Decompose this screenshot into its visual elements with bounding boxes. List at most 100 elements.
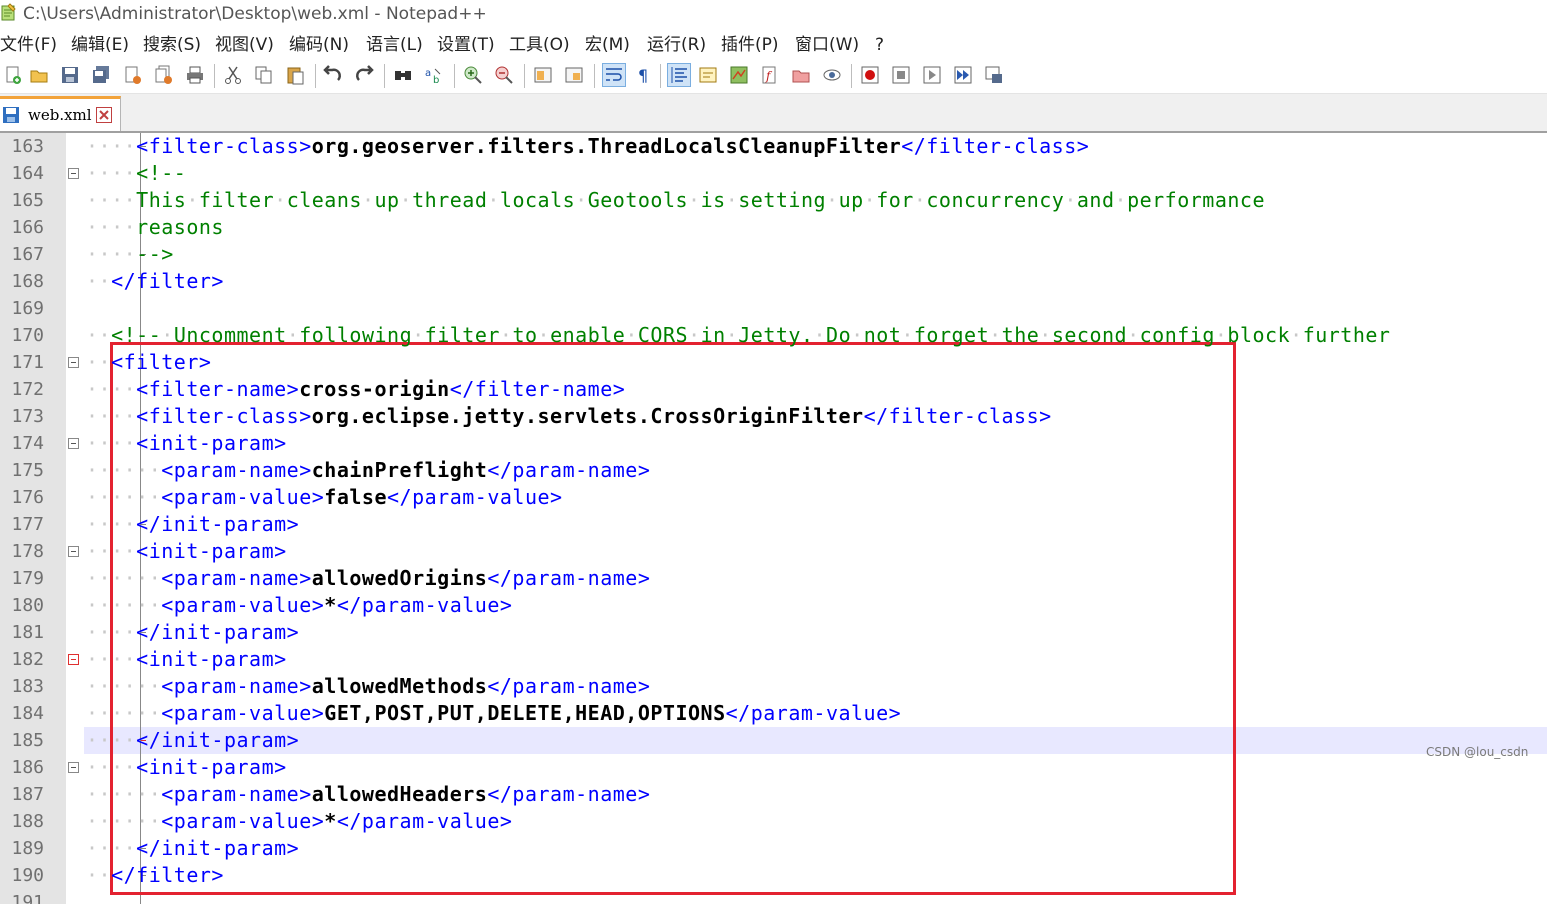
code-line[interactable]: ····<filter-name>cross-origin</filter-na…	[86, 376, 625, 403]
menu-view[interactable]: 视图(V)	[215, 34, 274, 56]
paste-icon[interactable]	[284, 64, 306, 86]
code-line[interactable]: ······<param-value>*</param-value>	[86, 808, 512, 835]
xml-tag: <param-name>	[161, 782, 312, 806]
function-list-icon[interactable]: f	[759, 64, 781, 86]
line-number: 182	[11, 649, 44, 670]
code-line[interactable]: ····This·filter·cleans·up·thread·locals·…	[86, 187, 1265, 214]
fold-toggle-icon[interactable]	[68, 762, 79, 773]
fold-toggle-icon[interactable]	[68, 168, 79, 179]
whitespace-dots: ······	[86, 674, 162, 698]
code-line[interactable]: ····</init-param>	[86, 835, 299, 862]
zoom-in-icon[interactable]	[462, 64, 484, 86]
copy-icon[interactable]	[253, 64, 275, 86]
code-line[interactable]: ····<filter-class>org.geoserver.filters.…	[86, 133, 1089, 160]
code-line[interactable]: ······<param-value>GET,POST,PUT,DELETE,H…	[86, 700, 901, 727]
code-line[interactable]: ····</init-param>	[86, 619, 299, 646]
menu-run[interactable]: 运行(R)	[647, 34, 706, 56]
new-file-icon[interactable]	[2, 64, 24, 86]
code-line[interactable]: ······<param-value>*</param-value>	[86, 592, 512, 619]
code-line[interactable]: ····<init-param>	[86, 754, 287, 781]
code-line[interactable]: ··<filter>	[86, 349, 211, 376]
menu-tools[interactable]: 工具(O)	[509, 34, 570, 56]
line-number: 179	[11, 568, 44, 589]
tab-web-xml[interactable]: web.xml	[0, 96, 121, 131]
play-macro-icon[interactable]	[921, 64, 943, 86]
menu-help[interactable]: ?	[875, 34, 884, 56]
undo-icon[interactable]	[322, 64, 344, 86]
whitespace-dots: ····	[86, 620, 137, 644]
code-line[interactable]: ····</init-param>	[86, 511, 299, 538]
sync-vertical-icon[interactable]	[532, 64, 554, 86]
xml-tag: </filter-class>	[901, 134, 1090, 158]
doc-map-icon[interactable]	[728, 64, 750, 86]
menu-macro[interactable]: 宏(M)	[585, 34, 630, 56]
code-line[interactable]: ····<!--	[86, 160, 186, 187]
code-line[interactable]: ··</filter>	[86, 862, 224, 889]
zoom-out-icon[interactable]	[493, 64, 515, 86]
code-line[interactable]: ······<param-name>allowedMethods</param-…	[86, 673, 650, 700]
run-macro-multiple-icon[interactable]	[952, 64, 974, 86]
print-icon[interactable]	[184, 64, 206, 86]
code-line[interactable]: ······<param-name>chainPreflight</param-…	[86, 457, 650, 484]
save-all-icon[interactable]	[90, 64, 112, 86]
line-number: 176	[11, 487, 44, 508]
notepad-plus-plus-icon	[1, 3, 16, 21]
whitespace-dots: ····	[86, 512, 137, 536]
save-icon[interactable]	[59, 64, 81, 86]
redo-icon[interactable]	[353, 64, 375, 86]
code-line[interactable]: ····</init-param>	[86, 727, 299, 754]
menu-encoding[interactable]: 编码(N)	[289, 34, 349, 56]
code-line[interactable]: ····<init-param>	[86, 646, 287, 673]
menu-file[interactable]: 文件(F)	[0, 34, 57, 56]
menu-edit[interactable]: 编辑(E)	[71, 34, 129, 56]
menu-language[interactable]: 语言(L)	[366, 34, 423, 56]
line-number: 189	[11, 838, 44, 859]
whitespace-dots: ····	[86, 755, 137, 779]
close-all-icon[interactable]	[153, 64, 175, 86]
folder-workspace-icon[interactable]	[790, 64, 812, 86]
code-line[interactable]: ····<filter-class>org.eclipse.jetty.serv…	[86, 403, 1052, 430]
code-line[interactable]: ··</filter>	[86, 268, 224, 295]
sync-horizontal-icon[interactable]	[563, 64, 585, 86]
code-line[interactable]: ······<param-name>allowedHeaders</param-…	[86, 781, 650, 808]
find-icon[interactable]	[392, 64, 414, 86]
open-file-icon[interactable]	[28, 64, 50, 86]
tab-close-icon[interactable]	[96, 107, 112, 123]
xml-text: org.geoserver.filters.ThreadLocalsCleanu…	[311, 134, 902, 158]
code-line[interactable]: ····-->	[86, 241, 174, 268]
whitespace-dots: ··	[86, 350, 112, 374]
stop-record-icon[interactable]	[890, 64, 912, 86]
menu-settings[interactable]: 设置(T)	[437, 34, 495, 56]
code-editor[interactable]: 163 164 165 166 167 168 169 170 171 172 173 174 175 1…	[0, 133, 1547, 904]
fold-toggle-icon[interactable]	[68, 357, 79, 368]
menu-plugins[interactable]: 插件(P)	[721, 34, 779, 56]
word-wrap-icon[interactable]	[602, 63, 626, 87]
replace-icon[interactable]: ab	[423, 64, 445, 86]
menu-window[interactable]: 窗口(W)	[795, 34, 859, 56]
whitespace-dots: ··	[86, 323, 112, 347]
code-line[interactable]: ··<!--·Uncomment·following·filter·to·ena…	[86, 322, 1390, 349]
show-all-chars-icon[interactable]: ¶	[633, 64, 655, 86]
fold-toggle-icon[interactable]	[68, 654, 79, 665]
monitoring-icon[interactable]	[821, 64, 843, 86]
close-icon[interactable]	[122, 64, 144, 86]
xml-comment: <!--	[136, 161, 187, 185]
xml-text: allowedMethods	[311, 674, 488, 698]
cut-icon[interactable]	[222, 64, 244, 86]
menu-search[interactable]: 搜索(S)	[143, 34, 201, 56]
code-line[interactable]: ····reasons	[86, 214, 224, 241]
record-macro-icon[interactable]	[859, 64, 881, 86]
code-line[interactable]: ····<init-param>	[86, 430, 287, 457]
xml-tag: </param-value>	[336, 593, 513, 617]
code-line[interactable]: ······<param-name>allowedOrigins</param-…	[86, 565, 650, 592]
code-line[interactable]: ······<param-value>false</param-value>	[86, 484, 563, 511]
fold-toggle-icon[interactable]	[68, 546, 79, 557]
xml-text: false	[324, 485, 388, 509]
user-defined-lang-icon[interactable]	[697, 64, 719, 86]
save-macro-icon[interactable]	[983, 64, 1005, 86]
saved-file-icon	[3, 107, 19, 123]
xml-tag: <filter-class>	[136, 404, 312, 428]
code-line[interactable]: ····<init-param>	[86, 538, 287, 565]
indent-guide-icon[interactable]	[667, 63, 691, 87]
fold-toggle-icon[interactable]	[68, 438, 79, 449]
